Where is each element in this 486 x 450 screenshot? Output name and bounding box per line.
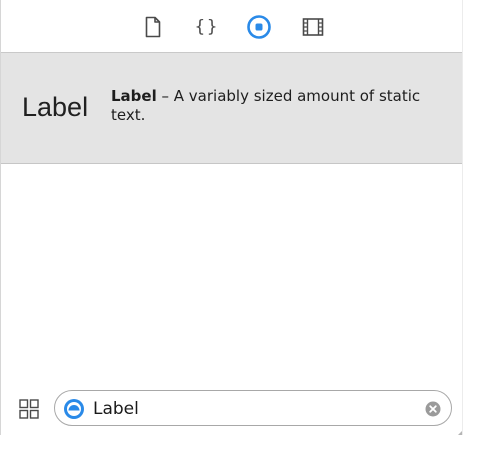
grid-view-icon[interactable] [19, 399, 39, 419]
library-item-label[interactable]: Label Label – A variably sized amount of… [1, 53, 463, 164]
library-selector-bar: {} [1, 0, 463, 53]
file-icon [145, 16, 161, 38]
library-filter-field[interactable]: Label [54, 390, 452, 426]
clear-icon[interactable] [425, 401, 441, 417]
object-library-tab[interactable] [246, 14, 272, 40]
braces-icon: {} [194, 16, 220, 37]
label-preview: Label [22, 92, 89, 122]
filter-input-value[interactable]: Label [93, 398, 139, 420]
panel-divider [462, 0, 463, 435]
file-template-library-tab[interactable] [140, 14, 166, 40]
film-icon [302, 18, 324, 36]
library-item-summary: – A variably sized amount of static text… [111, 87, 421, 124]
library-item-name: Label [111, 87, 157, 105]
library-item-description: Label – A variably sized amount of stati… [111, 87, 441, 125]
code-snippet-library-tab[interactable]: {} [194, 14, 220, 40]
object-library-panel: {} Label Label – A variably sized amount… [0, 0, 463, 435]
media-library-tab[interactable] [300, 14, 326, 40]
object-library-icon [247, 15, 271, 39]
object-scope-icon[interactable] [63, 398, 85, 420]
